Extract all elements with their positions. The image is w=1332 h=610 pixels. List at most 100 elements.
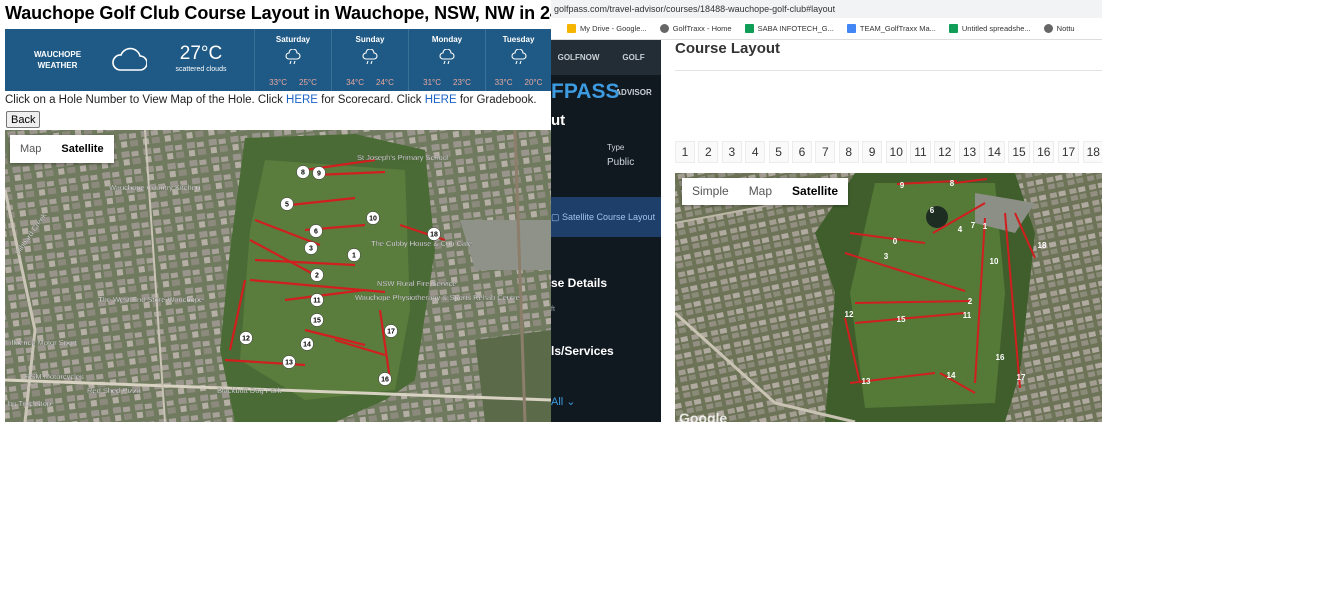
map-hole-number: 4 xyxy=(958,225,963,234)
bookmark-item[interactable]: GolfTraxx - Home xyxy=(659,24,732,33)
map-label: Blackbutt Dog Park xyxy=(217,386,281,395)
bookmark-item[interactable]: Nottu xyxy=(1043,24,1075,33)
map-hole-number: 14 xyxy=(947,371,956,380)
hole-button[interactable]: 9 xyxy=(862,141,883,163)
course-details-heading: se Details xyxy=(551,276,608,290)
hole-button[interactable]: 2 xyxy=(698,141,719,163)
hole-marker[interactable]: 3 xyxy=(304,241,318,255)
map-hole-number: 12 xyxy=(845,310,854,319)
rain-cloud-icon xyxy=(439,48,455,65)
hole-button[interactable]: 15 xyxy=(1008,141,1030,163)
forecast-day: Sunday 34°C 24°C xyxy=(331,29,408,91)
hole-marker[interactable]: 16 xyxy=(378,372,392,386)
forecast-low: 20°C xyxy=(524,78,543,87)
hole-button[interactable]: 10 xyxy=(885,141,907,163)
bookmark-item[interactable]: My Drive - Google... xyxy=(567,24,647,33)
hole-button[interactable]: 4 xyxy=(745,141,766,163)
instructions-part: for Scorecard. Click xyxy=(317,94,425,106)
hole-marker[interactable]: 6 xyxy=(309,224,323,238)
see-all-link[interactable]: All ⌄ xyxy=(551,395,576,408)
hole-button[interactable]: 13 xyxy=(958,141,981,163)
hole-marker[interactable]: 1 xyxy=(347,248,361,262)
map-type-toggle: Map Satellite xyxy=(10,135,114,163)
hole-button[interactable]: 11 xyxy=(910,141,931,163)
services-heading: ls/Services xyxy=(551,344,614,358)
map-hole-number: 8 xyxy=(950,179,955,188)
hole-button[interactable]: 8 xyxy=(838,141,859,163)
satellite-layout-label: Satellite Course Layout xyxy=(562,212,656,222)
hole-button[interactable]: 12 xyxy=(934,141,956,163)
map-hole-number: 7 xyxy=(971,221,976,230)
map-view-button[interactable]: Map xyxy=(739,178,782,205)
bookmark-item[interactable]: TEAM_GolfTraxx Ma... xyxy=(846,24,936,33)
map-hole-number: 1 xyxy=(983,222,988,231)
hole-button[interactable]: 5 xyxy=(768,141,789,163)
hole-marker[interactable]: 10 xyxy=(366,211,380,225)
weather-brand-line1: WAUCHOPE xyxy=(33,50,82,59)
map-hole-number: 17 xyxy=(1017,373,1026,382)
rain-cloud-icon xyxy=(362,48,378,65)
hole-button[interactable]: 1 xyxy=(675,141,695,163)
gradebook-link[interactable]: HERE xyxy=(425,94,457,106)
map-icon: ▢ xyxy=(551,212,563,222)
forecast-day: Saturday 33°C 25°C xyxy=(254,29,331,91)
hole-marker[interactable]: 8 xyxy=(296,165,310,179)
forecast-temps: 33°C 20°C xyxy=(486,78,551,87)
hole-marker[interactable]: 5 xyxy=(280,197,294,211)
course-satellite-map[interactable]: 9 8 6 4 7 1 18 0 3 10 2 11 12 15 16 17 1… xyxy=(675,173,1102,422)
hole-button[interactable]: 17 xyxy=(1057,141,1080,163)
scorecard-link[interactable]: HERE xyxy=(286,94,318,106)
hole-marker[interactable]: 12 xyxy=(239,331,253,345)
map-label: Red Shed Pizza xyxy=(87,386,142,395)
hole-marker[interactable]: 13 xyxy=(282,355,296,369)
course-layout-title: Course Layout xyxy=(675,40,781,57)
satellite-map[interactable]: Wauchope Country Kitchen The West End St… xyxy=(5,130,551,422)
hole-button[interactable]: 16 xyxy=(1033,141,1055,163)
satellite-view-button[interactable]: Satellite xyxy=(51,135,113,163)
sheets-icon xyxy=(744,24,754,33)
hole-marker[interactable]: 2 xyxy=(310,268,324,282)
hole-button[interactable]: 6 xyxy=(791,141,812,163)
satellite-layout-button[interactable]: ▢ Satellite Course Layout xyxy=(551,197,661,237)
map-label: St Joseph's Primary School xyxy=(357,153,449,162)
weather-brand-line2: WEATHER xyxy=(37,61,78,70)
bookmark-label: TEAM_GolfTraxx Ma... xyxy=(859,24,936,33)
hole-marker-label: 1 xyxy=(352,253,356,260)
sheets-icon xyxy=(948,24,958,33)
bookmark-label: Nottu xyxy=(1056,24,1075,33)
map-hole-number: 13 xyxy=(862,377,871,386)
bookmark-label: Untitled spreadshe... xyxy=(961,24,1031,33)
page-title: Wauchope Golf Club Course Layout in Wauc… xyxy=(5,3,551,23)
hole-marker[interactable]: 11 xyxy=(310,293,324,307)
hole-button[interactable]: 14 xyxy=(983,141,1005,163)
map-view-button[interactable]: Map xyxy=(10,135,51,163)
hole-button[interactable]: 3 xyxy=(721,141,742,163)
bookmark-item[interactable]: Untitled spreadshe... xyxy=(948,24,1031,33)
bookmark-item[interactable]: SABA INFOTECH_G... xyxy=(744,24,834,33)
instructions-text: Click on a Hole Number to View Map of th… xyxy=(5,94,537,106)
satellite-view-button[interactable]: Satellite xyxy=(782,178,848,205)
docs-icon xyxy=(846,24,856,33)
hole-marker[interactable]: 18 xyxy=(427,227,441,241)
map-hole-number: 6 xyxy=(930,206,935,215)
hole-button[interactable]: 18 xyxy=(1082,141,1102,163)
back-button[interactable]: Back xyxy=(6,111,41,128)
forecast-temps: 34°C 24°C xyxy=(332,78,408,87)
nav-golf-advisor[interactable]: GOLF ADVISOR xyxy=(606,40,661,97)
hole-marker[interactable]: 9 xyxy=(312,166,326,180)
hole-marker[interactable]: 14 xyxy=(300,337,314,351)
current-weather: 27°C scattered clouds xyxy=(165,43,237,74)
forecast-low: 25°C xyxy=(299,78,317,87)
map-label: The Cubby House & Cub Cafe xyxy=(371,239,472,248)
simple-view-button[interactable]: Simple xyxy=(682,178,739,205)
hole-marker-label: 12 xyxy=(242,336,250,343)
forecast-day-name: Monday xyxy=(431,35,463,44)
address-bar[interactable]: golfpass.com/travel-advisor/courses/1848… xyxy=(551,0,1102,18)
rain-cloud-icon xyxy=(511,48,526,65)
hole-marker[interactable]: 17 xyxy=(384,324,398,338)
hole-button[interactable]: 7 xyxy=(815,141,836,163)
hole-marker[interactable]: 15 xyxy=(310,313,324,327)
golfpass-logo[interactable]: FPASS xyxy=(551,80,619,104)
map-label: RSM Motorcycles xyxy=(25,372,84,381)
nav-golfnow[interactable]: GOLFNOW xyxy=(551,40,606,75)
